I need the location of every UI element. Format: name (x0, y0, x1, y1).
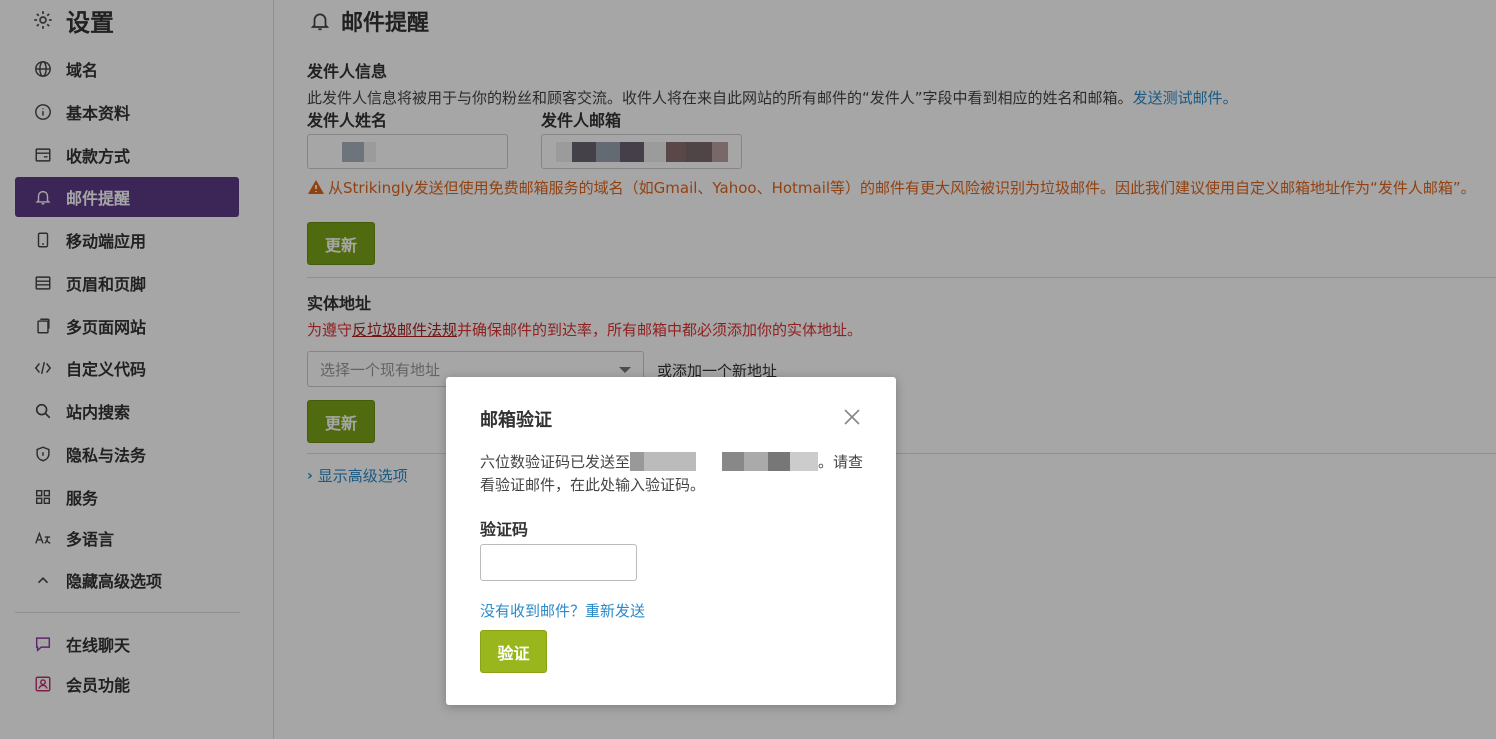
verification-code-label: 验证码 (480, 520, 529, 539)
email-verification-dialog: 邮箱验证 六位数验证码已发送至 。请查看验证邮件，在此处输入验证码。 验证码 没有… (446, 377, 896, 705)
dialog-message: 六位数验证码已发送至 。请查看验证邮件，在此处输入验证码。 (480, 451, 870, 497)
verify-button[interactable]: 验证 (480, 630, 547, 673)
app-window: 设置 域名 基本资料 收款方式 邮件提醒 移动端应用 页眉和页脚 多页面网站 自… (0, 0, 1496, 739)
resend-question: 没有收到邮件？ (480, 602, 586, 620)
dialog-title: 邮箱验证 (480, 410, 552, 431)
resend-row: 没有收到邮件？重新发送 (480, 600, 645, 621)
verification-code-input[interactable] (480, 544, 637, 581)
message-prefix: 六位数验证码已发送至 (480, 453, 631, 471)
redacted-email (630, 452, 819, 471)
resend-link[interactable]: 重新发送 (585, 602, 645, 620)
close-icon[interactable] (842, 407, 862, 427)
